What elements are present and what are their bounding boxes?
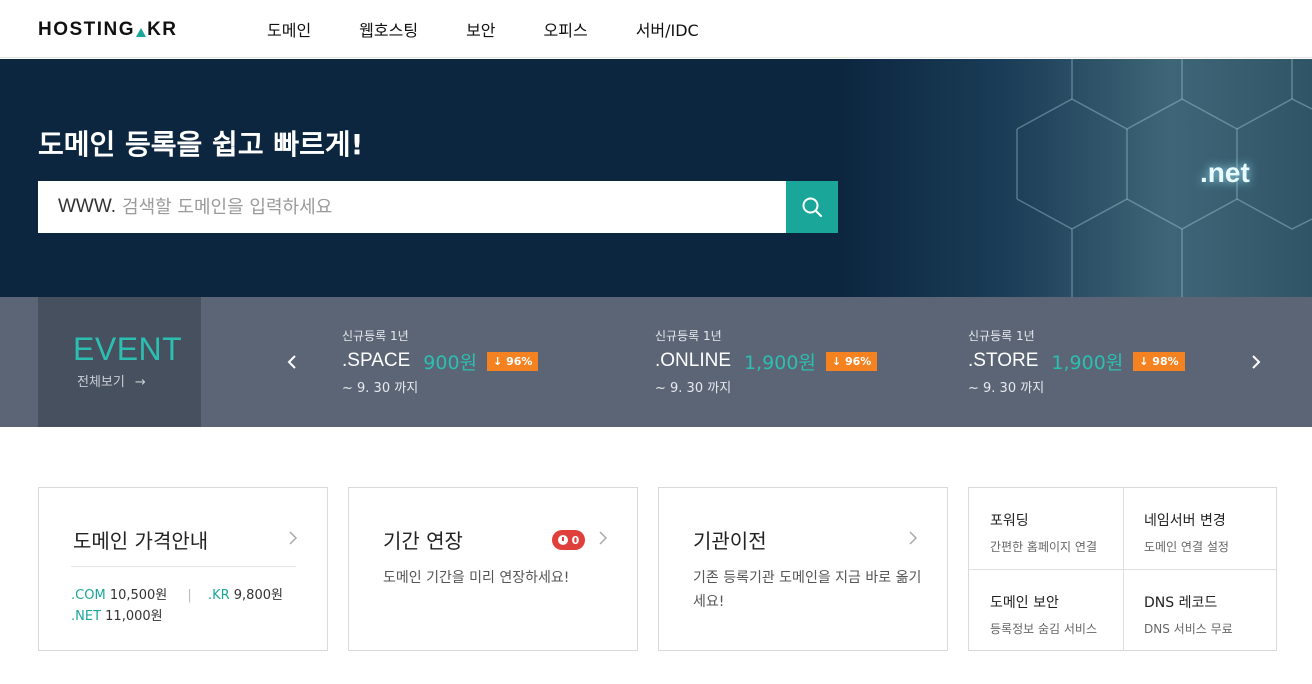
promo-label: 신규등록 1년	[968, 329, 1035, 343]
hero-title: 도메인 등록을 쉽고 빠르게!	[38, 128, 364, 161]
search-icon	[802, 197, 822, 217]
divider	[71, 566, 296, 567]
promo-price: 900원	[423, 351, 478, 374]
promo-period: ~ 9. 30 까지	[342, 381, 419, 396]
logo-triangle-icon	[136, 27, 147, 37]
grid-item-domain-security[interactable]: 도메인 보안 등록정보 숨김 서비스	[969, 570, 1123, 652]
promo-item[interactable]: 신규등록 1년 .ONLINE 1,900원 ↓ 96% ~ 9. 30 까지	[655, 327, 915, 397]
nav-server-idc[interactable]: 서버/IDC	[636, 17, 699, 41]
price-line: .COM 10,500원 | .KR 9,800원	[71, 584, 283, 603]
grid-item-nameserver[interactable]: 네임서버 변경 도메인 연결 설정	[1123, 488, 1277, 570]
price-tld-net: .NET	[71, 609, 102, 624]
main-nav: 도메인 웹호스팅 보안 오피스 서버/IDC	[267, 0, 747, 58]
card-description: 도메인 기간을 미리 연장하세요!	[383, 570, 570, 586]
event-view-all-link[interactable]: 전체보기 →	[77, 371, 146, 390]
nav-domain[interactable]: 도메인	[267, 17, 311, 41]
promo-period: ~ 9. 30 까지	[968, 381, 1045, 396]
discount-badge: ↓ 96%	[487, 351, 539, 371]
renew-card[interactable]: 기간 연장 0 도메인 기간을 미리 연장하세요!	[348, 487, 638, 651]
promo-price: 1,900원	[744, 351, 816, 374]
grid-item-title: DNS 레코드	[1144, 595, 1218, 611]
chevron-right-icon	[599, 531, 608, 545]
event-box: EVENT 전체보기 →	[38, 297, 201, 427]
grid-item-title: 도메인 보안	[990, 595, 1059, 611]
promo-price: 1,900원	[1051, 351, 1124, 374]
carousel-next-button[interactable]	[1246, 349, 1266, 375]
nav-office[interactable]: 오피스	[544, 17, 588, 41]
promo-period: ~ 9. 30 까지	[655, 381, 732, 396]
hero-net-label: .net	[1200, 157, 1250, 188]
grid-divider-horizontal	[969, 569, 1276, 570]
grid-item-subtitle: 등록정보 숨김 서비스	[990, 622, 1097, 636]
discount-badge: ↓ 98%	[1133, 351, 1185, 371]
event-title: EVENT	[73, 331, 183, 367]
card-title: 도메인 가격안내	[73, 529, 209, 553]
chevron-left-icon	[287, 355, 296, 369]
promo-item[interactable]: 신규등록 1년 .SPACE 900원 ↓ 96% ~ 9. 30 까지	[342, 327, 602, 397]
price-tld-com: .COM	[71, 588, 106, 603]
card-title: 기간 연장	[383, 529, 463, 553]
price-value-com: 10,500원	[109, 588, 168, 603]
services-grid-card: 포워딩 간편한 홈페이지 연결 네임서버 변경 도메인 연결 설정 도메인 보안…	[968, 487, 1277, 651]
chevron-right-icon	[1252, 355, 1261, 369]
header: HOSTING KR 도메인 웹호스팅 보안 오피스 서버/IDC	[0, 0, 1312, 58]
grid-item-subtitle: 도메인 연결 설정	[1144, 540, 1229, 554]
renew-count: 0	[571, 533, 580, 547]
grid-item-title: 네임서버 변경	[1144, 513, 1226, 529]
chevron-right-icon	[289, 531, 298, 545]
renew-count-badge: 0	[552, 530, 585, 550]
domain-search-input[interactable]	[122, 196, 763, 218]
carousel-prev-button[interactable]	[282, 349, 302, 375]
grid-item-forwarding[interactable]: 포워딩 간편한 홈페이지 연결	[969, 488, 1123, 570]
domain-search-box: WWW.	[38, 181, 786, 233]
promo-tld: .SPACE	[342, 350, 411, 371]
price-line: .NET 11,000원	[71, 605, 163, 624]
price-value-net: 11,000원	[105, 609, 163, 624]
chevron-right-icon	[909, 531, 918, 545]
logo[interactable]: HOSTING KR	[38, 19, 178, 41]
logo-text-kr: KR	[147, 19, 178, 40]
nav-webhosting[interactable]: 웹호스팅	[359, 17, 418, 41]
promo-label: 신규등록 1년	[655, 329, 722, 343]
card-description: 기존 등록기관 도메인을 지금 바로 옮기세요!	[693, 570, 922, 610]
price-tld-kr: .KR	[207, 588, 230, 603]
grid-item-subtitle: 간편한 홈페이지 연결	[990, 540, 1097, 554]
price-separator: |	[187, 588, 192, 603]
logo-text: HOSTING	[38, 19, 136, 40]
nav-security[interactable]: 보안	[466, 17, 495, 41]
transfer-card[interactable]: 기관이전 기존 등록기관 도메인을 지금 바로 옮기세요!	[658, 487, 948, 651]
grid-item-dns-record[interactable]: DNS 레코드 DNS 서비스 무료	[1123, 570, 1277, 652]
promo-label: 신규등록 1년	[342, 329, 409, 343]
arrow-right-icon: →	[134, 375, 146, 390]
promo-tld: .ONLINE	[655, 350, 732, 371]
search-button[interactable]	[786, 181, 838, 233]
grid-item-title: 포워딩	[990, 513, 1029, 529]
clock-icon	[557, 535, 568, 545]
promo-tld: .STORE	[968, 350, 1039, 371]
hero-banner: .net 도메인 등록을 쉽고 빠르게! WWW.	[0, 59, 1312, 297]
event-strip: EVENT 전체보기 → 신규등록 1년 .SPACE 900원 ↓ 96% ~ …	[0, 297, 1312, 427]
discount-badge: ↓ 96%	[825, 351, 878, 371]
card-title: 기관이전	[693, 529, 767, 553]
promo-item[interactable]: 신규등록 1년 .STORE 1,900원 ↓ 98% ~ 9. 30 까지	[968, 327, 1228, 397]
event-view-all-label: 전체보기	[77, 375, 125, 390]
search-prefix: WWW.	[58, 196, 117, 217]
price-guide-card[interactable]: 도메인 가격안내 .COM 10,500원 | .KR 9,800원 .NET …	[38, 487, 328, 651]
price-value-kr: 9,800원	[233, 588, 283, 603]
grid-item-subtitle: DNS 서비스 무료	[1144, 622, 1233, 636]
